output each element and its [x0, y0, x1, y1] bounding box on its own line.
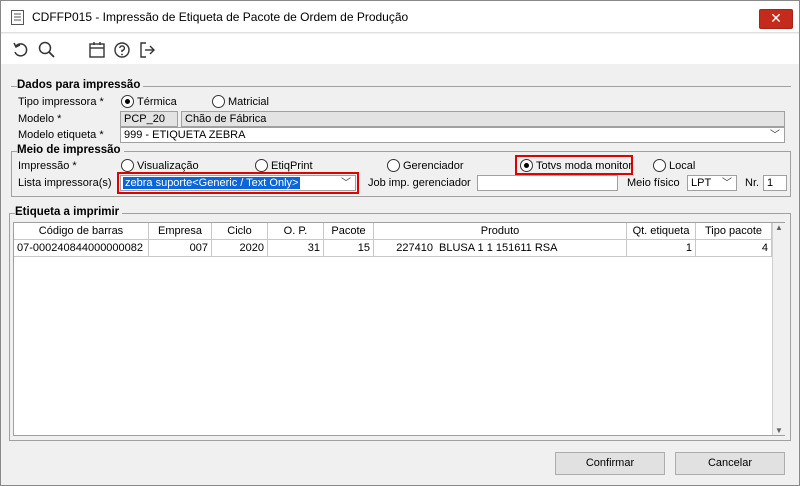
exit-icon[interactable]	[137, 40, 157, 60]
modelo-etiqueta-label: Modelo etiqueta *	[18, 129, 104, 141]
table-cell-qt[interactable]: 1	[627, 240, 696, 257]
dados-section-title: Dados para impressão	[17, 79, 144, 91]
radio-dot	[387, 159, 400, 172]
modelo-desc-field: Chão de Fábrica	[181, 111, 785, 127]
job-label: Job imp. gerenciador	[368, 177, 471, 189]
tipo-impressora-label: Tipo impressora *	[18, 96, 104, 108]
confirmar-button[interactable]: Confirmar	[555, 452, 665, 475]
radio-dot	[212, 95, 225, 108]
table-cell-codigo[interactable]: 07-000240844000000082	[14, 240, 149, 257]
nr-field[interactable]: 1	[763, 175, 787, 191]
calendar-icon[interactable]	[87, 40, 107, 60]
column-header[interactable]: Código de barras	[14, 223, 149, 240]
chevron-down-icon: ﹀	[770, 130, 780, 141]
table-cell-pacote[interactable]: 15	[324, 240, 374, 257]
cancelar-button[interactable]: Cancelar	[675, 452, 785, 475]
column-header[interactable]: Produto	[374, 223, 627, 240]
radio-dot	[121, 159, 134, 172]
undo-icon[interactable]	[11, 40, 31, 60]
table-cell-produto-code[interactable]: 227410	[374, 240, 436, 257]
table-cell-tipo[interactable]: 4	[696, 240, 772, 257]
radio-etiqprint[interactable]: EtiqPrint	[255, 159, 313, 172]
column-header[interactable]: Qt. etiqueta	[627, 223, 696, 240]
meio-fisico-select[interactable]: LPT ﹀	[687, 175, 737, 191]
radio-matricial[interactable]: Matricial	[212, 95, 269, 108]
lista-impressoras-label: Lista impressora(s)	[18, 177, 112, 189]
radio-local[interactable]: Local	[653, 159, 695, 172]
document-icon	[11, 10, 24, 25]
modelo-label: Modelo *	[18, 113, 62, 125]
radio-gerenciador[interactable]: Gerenciador	[387, 159, 464, 172]
vertical-scrollbar[interactable]: ▲ ▼	[772, 223, 785, 435]
title-bar: CDFFP015 - Impressão de Etiqueta de Paco…	[1, 1, 799, 33]
radio-dot	[653, 159, 666, 172]
column-header[interactable]: Tipo pacote	[696, 223, 772, 240]
table-cell-produto-desc[interactable]: BLUSA 1 1 151611 RSA	[436, 240, 627, 257]
radio-dot	[121, 95, 134, 108]
search-icon[interactable]	[37, 40, 57, 60]
column-header[interactable]: Pacote	[324, 223, 374, 240]
table-cell-empresa[interactable]: 007	[149, 240, 212, 257]
radio-dot	[255, 159, 268, 172]
table-cell-op[interactable]: 31	[268, 240, 324, 257]
etiqueta-section-title: Etiqueta a imprimir	[15, 206, 123, 218]
radio-dot	[520, 159, 533, 172]
window-title: CDFFP015 - Impressão de Etiqueta de Paco…	[32, 10, 409, 24]
radio-visualizacao[interactable]: Visualização	[121, 159, 199, 172]
column-header[interactable]: O. P.	[268, 223, 324, 240]
table-cell-ciclo[interactable]: 2020	[212, 240, 268, 257]
meio-fisico-label: Meio físico	[627, 177, 680, 189]
modelo-code-field[interactable]: PCP_20	[120, 111, 178, 127]
scroll-up-icon[interactable]: ▲	[775, 223, 783, 232]
lista-impressoras-select[interactable]: zebra suporte<Generic / Text Only> ﹀	[120, 175, 356, 191]
chevron-down-icon: ﹀	[722, 178, 732, 189]
etiqueta-table[interactable]: Código de barras Empresa Ciclo O. P. Pac…	[13, 222, 785, 436]
help-icon[interactable]	[112, 40, 132, 60]
column-header[interactable]: Ciclo	[212, 223, 268, 240]
close-icon: ✕	[770, 10, 782, 26]
impressao-label: Impressão *	[18, 160, 77, 172]
toolbar	[1, 34, 799, 64]
modelo-etiqueta-select[interactable]: 999 - ETIQUETA ZEBRA ﹀	[120, 127, 785, 143]
job-field[interactable]	[477, 175, 618, 191]
scroll-down-icon[interactable]: ▼	[775, 426, 783, 435]
main-window: CDFFP015 - Impressão de Etiqueta de Paco…	[0, 0, 800, 486]
close-button[interactable]: ✕	[759, 9, 793, 29]
radio-termica[interactable]: Térmica	[121, 95, 177, 108]
nr-label: Nr.	[745, 177, 760, 189]
radio-totvs-moda-monitor[interactable]: Totvs moda monitor	[520, 159, 632, 172]
column-header[interactable]: Empresa	[149, 223, 212, 240]
meio-section-title: Meio de impressão	[17, 144, 124, 156]
chevron-down-icon: ﹀	[341, 178, 351, 189]
